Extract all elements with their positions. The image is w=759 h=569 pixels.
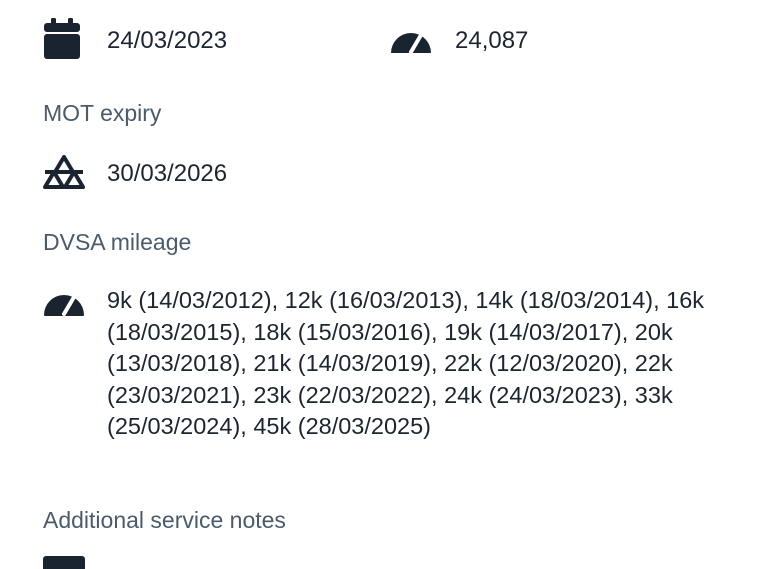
calendar-icon xyxy=(43,18,81,60)
speedometer-icon xyxy=(43,285,85,317)
dvsa-mileage-history: 9k (14/03/2012), 12k (16/03/2013), 14k (… xyxy=(107,287,705,439)
speedometer-icon xyxy=(390,22,432,54)
service-date-value: 24/03/2023 xyxy=(107,27,228,54)
vehicle-service-details: 24/03/2023 24,087 MOT expiry 30/03/2026 … xyxy=(0,0,759,569)
service-mileage-value: 24,087 xyxy=(455,27,529,54)
mot-expiry-value: 30/03/2026 xyxy=(107,160,228,187)
additional-notes-label: Additional service notes xyxy=(43,507,286,533)
dvsa-mileage-label: DVSA mileage xyxy=(43,229,192,255)
service-date-row xyxy=(43,18,81,60)
notes-icon xyxy=(43,556,85,569)
mot-expiry-label: MOT expiry xyxy=(43,100,162,126)
mot-triangles-icon xyxy=(43,155,85,189)
